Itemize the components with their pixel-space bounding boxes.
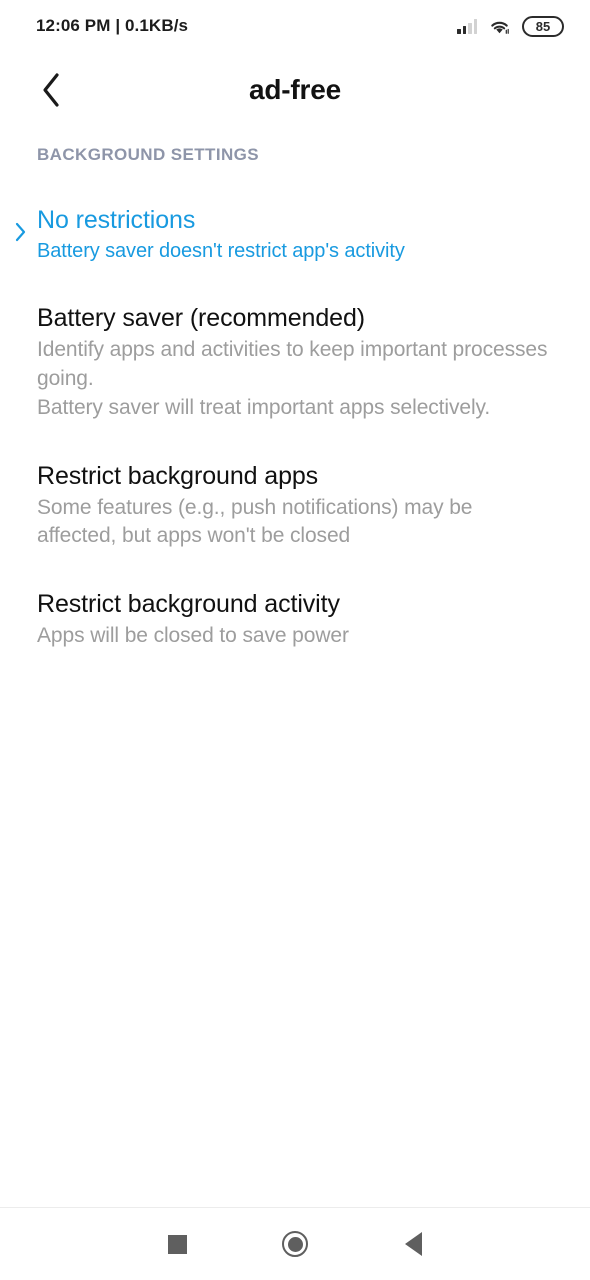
battery-icon: 85 (522, 15, 564, 37)
triangle-back-icon (404, 1232, 422, 1256)
section-header-background-settings: BACKGROUND SETTINGS (37, 145, 259, 164)
option-title: Restrict background apps (37, 461, 319, 490)
option-battery-saver[interactable]: Battery saver (recommended) Identify app… (0, 303, 590, 422)
settings-content: BACKGROUND SETTINGS No restrictions Batt… (0, 128, 590, 651)
option-description: Some features (e.g., push notifications)… (37, 495, 473, 548)
home-button[interactable] (236, 1208, 354, 1280)
option-title: Battery saver (recommended) (37, 304, 365, 333)
circle-home-icon (282, 1231, 308, 1257)
option-title: No restrictions (37, 206, 196, 234)
app-bar: ad-free (0, 52, 590, 128)
option-restrict-background-apps[interactable]: Restrict background apps Some features (… (0, 461, 590, 552)
status-time-and-network: 12:06 PM | 0.1KB/s (36, 16, 189, 35)
status-bar: 12:06 PM | 0.1KB/s 85 (0, 0, 590, 52)
back-nav-button[interactable] (354, 1208, 472, 1280)
battery-level-label: 85 (535, 18, 551, 34)
android-navigation-bar (0, 1207, 590, 1280)
option-restrict-background-activity[interactable]: Restrict background activity Apps will b… (0, 589, 590, 651)
recents-button[interactable] (118, 1208, 236, 1280)
page-title: ad-free (249, 74, 341, 105)
nav-spacer-right (472, 1208, 590, 1280)
chevron-right-icon (12, 219, 28, 245)
option-description: Battery saver doesn't restrict app's act… (37, 240, 405, 262)
signal-bars-icon (457, 18, 477, 34)
option-no-restrictions[interactable]: No restrictions Battery saver doesn't re… (0, 205, 590, 265)
wifi-icon (488, 18, 511, 35)
nav-spacer-left (0, 1208, 118, 1280)
option-title: Restrict background activity (37, 590, 340, 619)
option-description: Apps will be closed to save power (37, 624, 349, 648)
status-icons: 85 (457, 15, 564, 37)
option-description: Identify apps and activities to keep imp… (37, 338, 548, 419)
square-recents-icon (167, 1234, 187, 1254)
